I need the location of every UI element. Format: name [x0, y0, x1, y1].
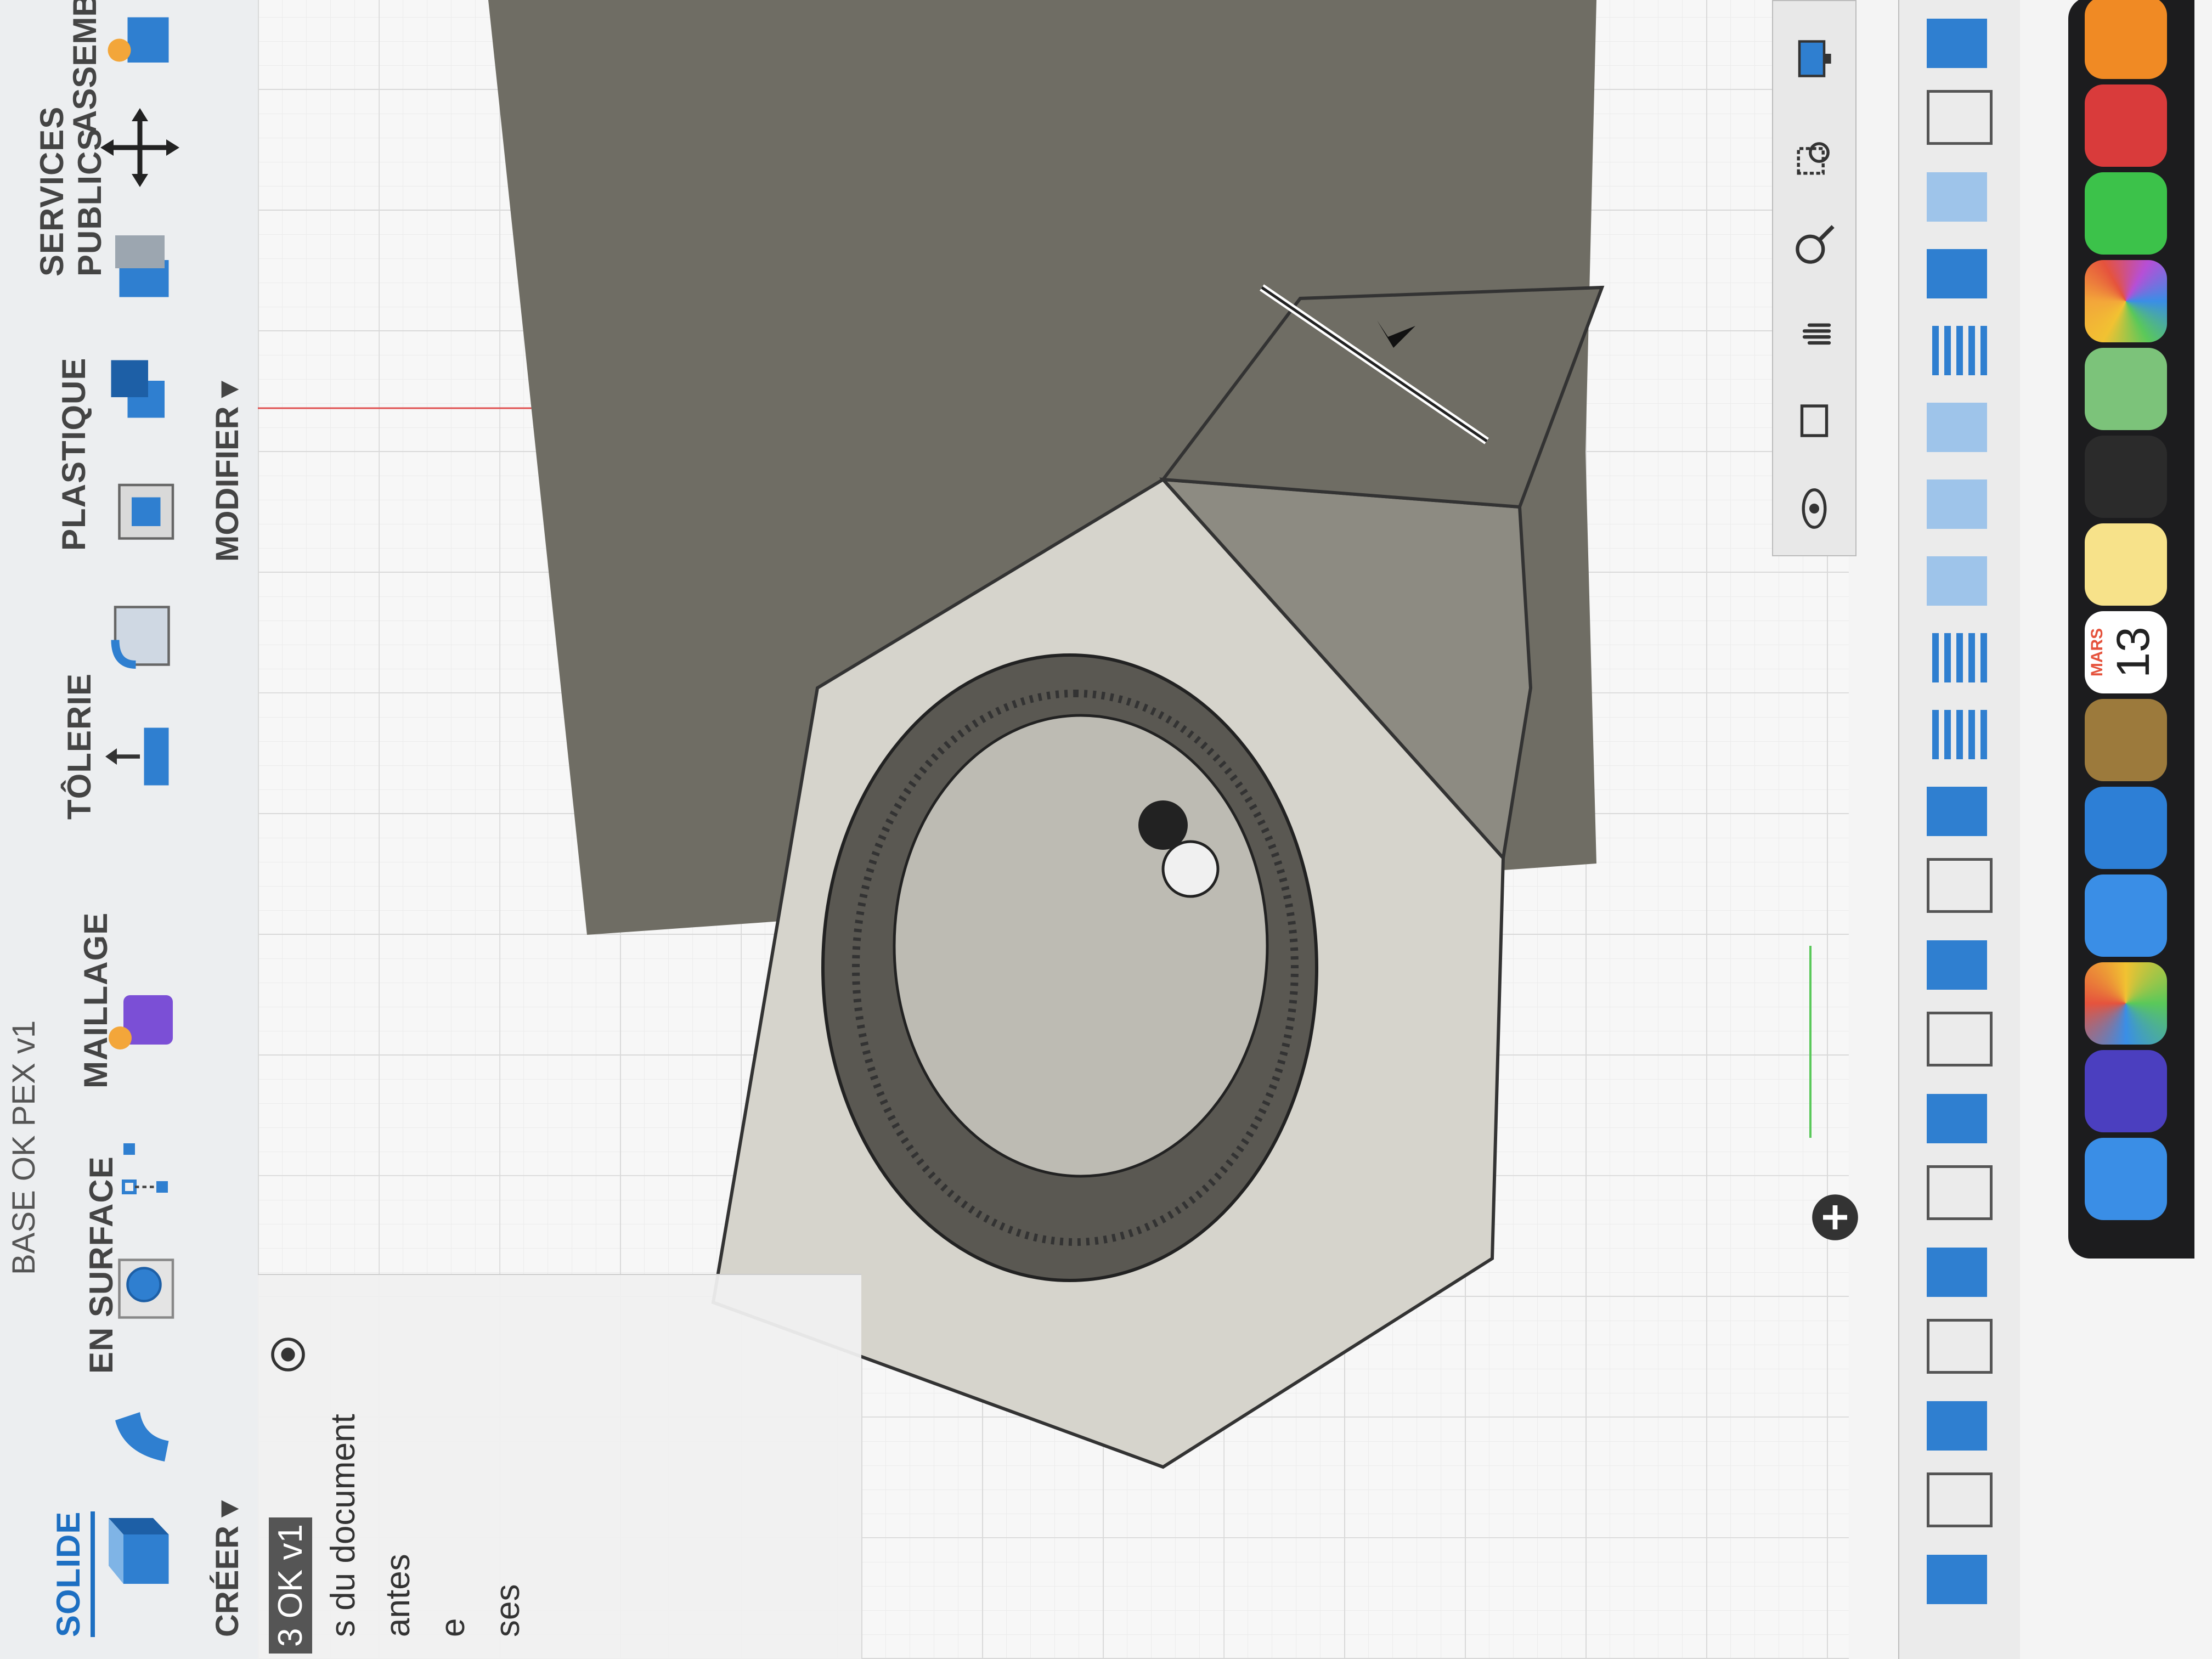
- new-component-icon[interactable]: [99, 1516, 181, 1599]
- timeline-extrude[interactable]: [1927, 787, 1987, 836]
- timeline-sketch[interactable]: [1927, 1012, 1993, 1066]
- timeline-delete-face[interactable]: [1927, 249, 1987, 298]
- tab-plastique[interactable]: PLASTIQUE: [55, 358, 93, 551]
- timeline-pattern[interactable]: [1927, 710, 1987, 759]
- extrude-icon[interactable]: [99, 1396, 181, 1478]
- timeline-pattern[interactable]: [1927, 633, 1987, 682]
- timeline-sketch[interactable]: [1927, 1319, 1993, 1374]
- timeline: [1898, 0, 2020, 1659]
- modify-menu[interactable]: MODIFIER ▾: [208, 381, 246, 562]
- fusion-app-rotated: BASE OK PEX v1 SOLIDE EN SURFACE MAILLAG…: [0, 0, 2212, 1659]
- timeline-sketch[interactable]: [1927, 858, 1993, 913]
- look-at-icon[interactable]: [1790, 396, 1839, 445]
- radio-active-icon[interactable]: [269, 1335, 307, 1374]
- messages-icon[interactable]: [2085, 172, 2167, 255]
- siri-icon[interactable]: [2085, 1050, 2167, 1132]
- launchpad-icon[interactable]: [2085, 962, 2167, 1045]
- timeline-hole[interactable]: [1927, 479, 1987, 529]
- new-component-assemble-icon[interactable]: [99, 0, 181, 79]
- calculator-icon[interactable]: [2085, 436, 2167, 518]
- keynote-icon[interactable]: [2085, 84, 2167, 167]
- timeline-extrude[interactable]: [1927, 1555, 1987, 1604]
- browser-document-settings[interactable]: s du document: [324, 1414, 363, 1637]
- calendar-icon[interactable]: MARS 13: [2085, 611, 2167, 693]
- timeline-extrude[interactable]: [1927, 19, 1987, 68]
- form-icon[interactable]: [99, 979, 181, 1061]
- add-comment-icon[interactable]: [1805, 1187, 1865, 1248]
- screen: BASE OK PEX v1 SOLIDE EN SURFACE MAILLAG…: [0, 0, 2212, 1659]
- calendar-month: MARS: [2088, 628, 2106, 677]
- timeline-hole[interactable]: [1927, 403, 1987, 452]
- timeline-extrude[interactable]: [1927, 1094, 1987, 1143]
- timeline-extrude[interactable]: [1927, 1401, 1987, 1451]
- pan-hand-icon[interactable]: [1790, 308, 1839, 358]
- macos-dock: MARS 13: [2068, 0, 2194, 1259]
- tab-tolerie[interactable]: TÔLERIE: [60, 673, 98, 820]
- books-icon[interactable]: [2085, 0, 2167, 79]
- pin-hole[interactable]: [1161, 840, 1220, 898]
- orbit-icon[interactable]: [1790, 484, 1839, 533]
- assemble-menu[interactable]: ASSEMBLE: [66, 0, 104, 134]
- timeline-sketch[interactable]: [1927, 90, 1993, 145]
- replace-face-icon[interactable]: [99, 227, 181, 309]
- zoom-window-icon[interactable]: [1790, 133, 1839, 182]
- photos-icon[interactable]: [2085, 260, 2167, 342]
- shell-icon[interactable]: [99, 469, 181, 551]
- browser-origin[interactable]: e: [433, 1618, 472, 1637]
- safari-icon[interactable]: [2085, 787, 2167, 869]
- notes-icon[interactable]: [2085, 523, 2167, 606]
- hole-icon[interactable]: [99, 1248, 181, 1330]
- finder-icon[interactable]: [2085, 1138, 2167, 1220]
- fillet-icon[interactable]: [99, 595, 181, 677]
- maps-icon[interactable]: [2085, 348, 2167, 430]
- timeline-sketch[interactable]: [1927, 1472, 1993, 1527]
- press-pull-icon[interactable]: [99, 715, 181, 798]
- create-menu[interactable]: CRÉER ▾: [208, 1501, 246, 1637]
- sketch-icon[interactable]: [99, 1127, 181, 1209]
- timeline-sketch[interactable]: [1927, 1165, 1993, 1220]
- timeline-extrude[interactable]: [1927, 1248, 1987, 1297]
- document-title: BASE OK PEX v1: [6, 1020, 42, 1275]
- app-icon[interactable]: [2085, 699, 2167, 781]
- move-icon[interactable]: [99, 106, 181, 189]
- fusion-app: BASE OK PEX v1 SOLIDE EN SURFACE MAILLAG…: [0, 0, 2212, 1659]
- navigation-bar: [1772, 0, 1857, 556]
- timeline-pattern[interactable]: [1927, 326, 1987, 375]
- tab-solide[interactable]: SOLIDE: [49, 1511, 95, 1637]
- mail-icon[interactable]: [2085, 874, 2167, 957]
- timeline-hole[interactable]: [1927, 172, 1987, 222]
- timeline-hole[interactable]: [1927, 556, 1987, 606]
- bore-bottom[interactable]: [893, 714, 1269, 1178]
- timeline-extrude[interactable]: [1927, 940, 1987, 990]
- browser-named-views[interactable]: antes: [379, 1554, 417, 1637]
- browser-panel: 3 OK v1 s du document antes e ses: [258, 1274, 861, 1659]
- browser-bodies[interactable]: ses: [488, 1584, 527, 1637]
- calendar-day: 13: [2107, 627, 2159, 678]
- combine-icon[interactable]: [99, 348, 181, 430]
- ribbon-toolbar: BASE OK PEX v1 SOLIDE EN SURFACE MAILLAG…: [0, 0, 259, 1659]
- browser-root-item[interactable]: 3 OK v1: [269, 1517, 312, 1654]
- zoom-icon[interactable]: [1790, 221, 1839, 270]
- display-settings-icon[interactable]: [1790, 34, 1839, 83]
